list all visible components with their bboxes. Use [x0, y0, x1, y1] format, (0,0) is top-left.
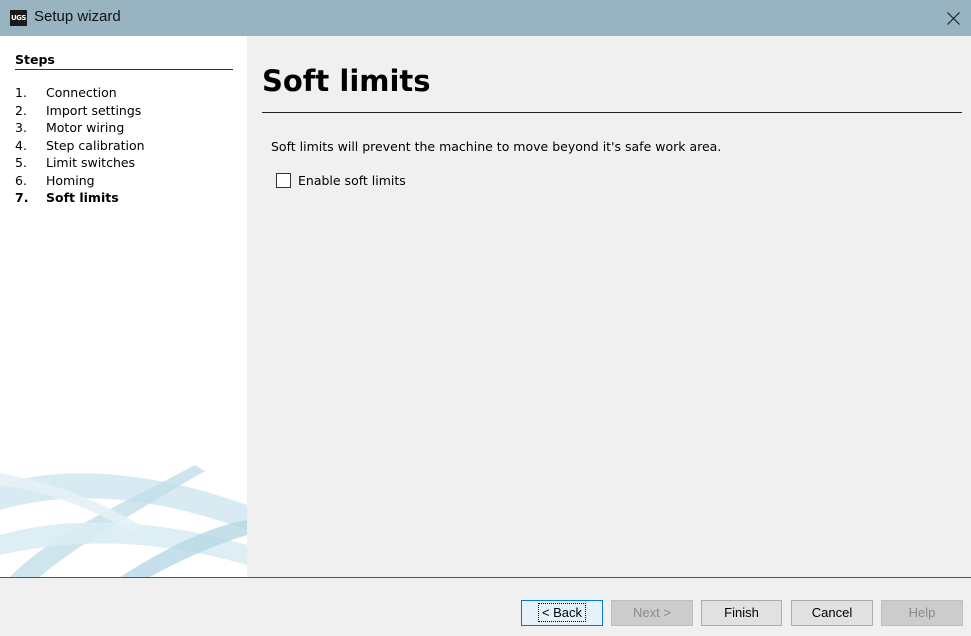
help-button-label: Help: [908, 605, 936, 620]
step-item-connection: 1. Connection: [15, 84, 145, 102]
main-content: Soft limits Soft limits will prevent the…: [247, 36, 971, 577]
step-number: 7.: [15, 190, 29, 205]
close-button[interactable]: [935, 0, 971, 36]
cancel-button-label: Cancel: [811, 605, 853, 620]
step-number: 1.: [15, 85, 27, 100]
step-item-step-calibration: 4. Step calibration: [15, 137, 145, 155]
step-number: 5.: [15, 155, 27, 170]
back-button[interactable]: < Back: [521, 600, 603, 626]
page-title: Soft limits: [262, 64, 431, 98]
enable-soft-limits-option[interactable]: Enable soft limits: [276, 173, 406, 188]
step-label: Connection: [46, 85, 117, 100]
step-item-homing: 6. Homing: [15, 172, 145, 190]
step-label: Soft limits: [46, 190, 119, 205]
steps-list: 1. Connection 2. Import settings 3. Moto…: [15, 84, 145, 207]
finish-button[interactable]: Finish: [701, 600, 782, 626]
title-divider: [262, 112, 962, 113]
title-bar[interactable]: UGS Setup wizard: [0, 0, 971, 36]
step-item-motor-wiring: 3. Motor wiring: [15, 119, 145, 137]
window-title: Setup wizard: [34, 8, 121, 25]
step-number: 2.: [15, 102, 27, 118]
step-label: Import settings: [46, 102, 142, 118]
step-number: 6.: [15, 172, 27, 188]
wizard-footer: < Back Next > Finish Cancel Help: [0, 578, 971, 636]
step-label: Limit switches: [46, 155, 136, 170]
back-button-label: < Back: [537, 603, 587, 622]
step-item-limit-switches: 5. Limit switches: [15, 154, 145, 172]
step-label: Motor wiring: [46, 120, 125, 135]
ugs-app-icon: UGS: [10, 10, 27, 26]
steps-heading: Steps: [15, 52, 233, 70]
steps-sidebar: Steps 1. Connection 2. Import settings 3…: [0, 36, 247, 577]
next-button[interactable]: Next >: [611, 600, 693, 626]
close-icon: [946, 11, 960, 25]
next-button-label: Next >: [633, 605, 671, 620]
decorative-swoosh-graphic: [0, 465, 247, 577]
step-label: Step calibration: [46, 137, 145, 153]
step-number: 3.: [15, 120, 27, 135]
step-item-soft-limits: 7. Soft limits: [15, 189, 145, 207]
step-item-import-settings: 2. Import settings: [15, 102, 145, 120]
step-number: 4.: [15, 137, 27, 153]
enable-soft-limits-checkbox[interactable]: [276, 173, 291, 188]
help-button[interactable]: Help: [881, 600, 963, 626]
page-description: Soft limits will prevent the machine to …: [271, 139, 722, 154]
step-label: Homing: [46, 172, 95, 188]
enable-soft-limits-label[interactable]: Enable soft limits: [298, 173, 406, 188]
finish-button-label: Finish: [724, 605, 759, 620]
cancel-button[interactable]: Cancel: [791, 600, 873, 626]
